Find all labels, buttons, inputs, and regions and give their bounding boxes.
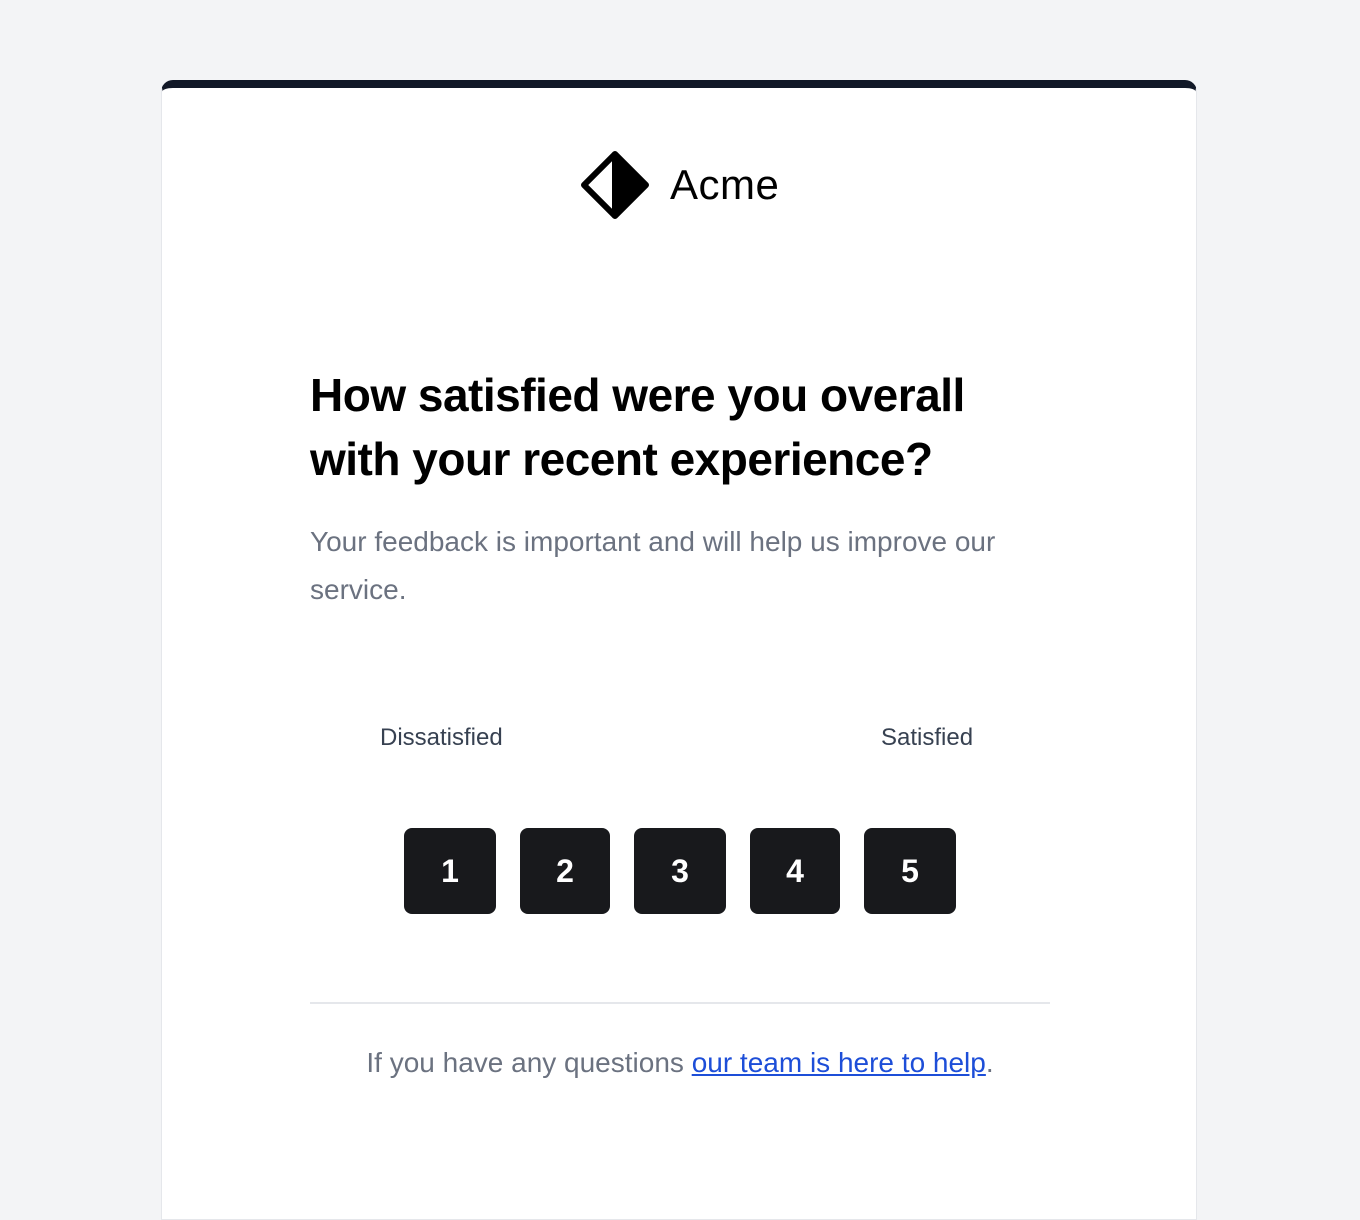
scale-high-label: Satisfied [881,724,974,751]
survey-question: How satisfied were you overall with your… [310,369,965,485]
brand-name: Acme [670,161,780,208]
survey-email-card: Acme How satisfied were you overall with… [161,80,1197,1220]
rating-button-1[interactable]: 1 [404,828,496,914]
help-link[interactable]: our team is here to help [692,1047,986,1078]
rating-button-2[interactable]: 2 [520,828,610,914]
rating-button-3[interactable]: 3 [634,828,726,914]
diamond-logo-icon [581,151,649,219]
rating-button-5[interactable]: 5 [864,828,956,914]
survey-description: Your feedback is important and will help… [310,526,996,605]
rating-button-4[interactable]: 4 [750,828,840,914]
footer-help-text: If you have any questions our team is he… [162,1043,1198,1083]
scale-low-label: Dissatisfied [380,724,503,751]
footer-text-before: If you have any questions [366,1047,692,1078]
brand-logo: Acme [578,145,779,225]
divider [310,1002,1050,1004]
footer-text-after: . [985,1047,994,1078]
